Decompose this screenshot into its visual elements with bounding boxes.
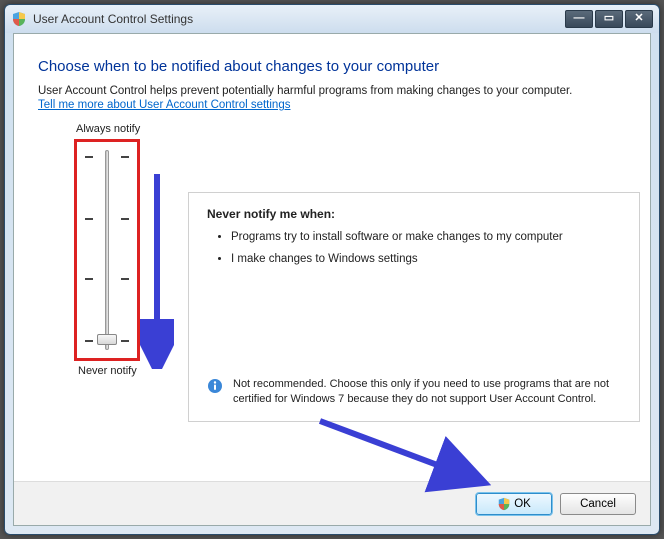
shield-icon bbox=[11, 11, 27, 27]
panel-bullets: Programs try to install software or make… bbox=[231, 231, 621, 265]
info-text: Not recommended. Choose this only if you… bbox=[233, 377, 621, 407]
window-buttons: — ▭ ✕ bbox=[565, 10, 653, 28]
slider-label-top: Always notify bbox=[76, 123, 626, 135]
window-title: User Account Control Settings bbox=[33, 12, 193, 26]
tick bbox=[121, 278, 129, 280]
tick bbox=[121, 218, 129, 220]
client-area: Choose when to be notified about changes… bbox=[13, 33, 651, 526]
description-panel: Never notify me when: Programs try to in… bbox=[188, 192, 640, 422]
tick bbox=[85, 278, 93, 280]
info-icon bbox=[207, 378, 223, 394]
page-subtext: User Account Control helps prevent poten… bbox=[14, 85, 650, 111]
close-button[interactable]: ✕ bbox=[625, 10, 653, 28]
page-heading: Choose when to be notified about changes… bbox=[14, 34, 650, 85]
tick bbox=[85, 218, 93, 220]
titlebar[interactable]: User Account Control Settings — ▭ ✕ bbox=[5, 5, 659, 33]
help-link[interactable]: Tell me more about User Account Control … bbox=[38, 99, 290, 111]
bullet-item: Programs try to install software or make… bbox=[231, 231, 621, 243]
uac-slider[interactable] bbox=[74, 139, 140, 361]
ok-button[interactable]: OK bbox=[476, 493, 552, 515]
slider-track bbox=[105, 150, 109, 350]
info-row: Not recommended. Choose this only if you… bbox=[207, 377, 621, 407]
tick bbox=[85, 156, 93, 158]
tick bbox=[121, 340, 129, 342]
slider-thumb[interactable] bbox=[97, 334, 117, 345]
ok-label: OK bbox=[514, 498, 531, 510]
tick bbox=[121, 156, 129, 158]
cancel-button[interactable]: Cancel bbox=[560, 493, 636, 515]
maximize-button[interactable]: ▭ bbox=[595, 10, 623, 28]
shield-icon bbox=[497, 497, 511, 511]
bullet-item: I make changes to Windows settings bbox=[231, 253, 621, 265]
minimize-button[interactable]: — bbox=[565, 10, 593, 28]
panel-title: Never notify me when: bbox=[207, 207, 621, 221]
footer: OK Cancel bbox=[14, 481, 650, 525]
tick bbox=[85, 340, 93, 342]
cancel-label: Cancel bbox=[580, 498, 616, 510]
subtext-line: User Account Control helps prevent poten… bbox=[38, 85, 572, 97]
uac-settings-window: User Account Control Settings — ▭ ✕ Choo… bbox=[4, 4, 660, 535]
